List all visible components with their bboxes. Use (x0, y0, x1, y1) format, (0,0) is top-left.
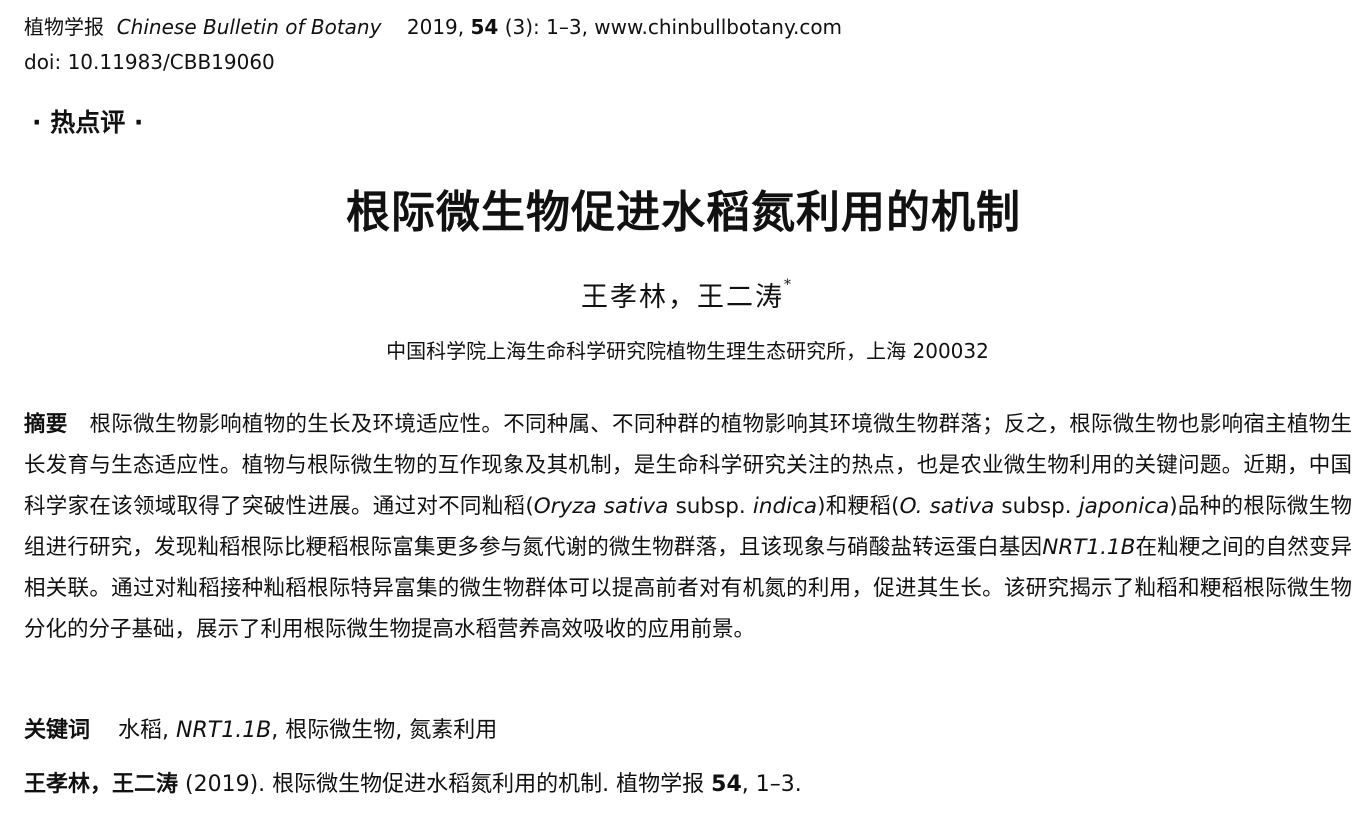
affiliation: 中国科学院上海生命科学研究院植物生理生态研究所，上海 200032 (386, 339, 989, 363)
citation-text: (2019). 根际微生物促进水稻氮利用的机制. 植物学报 (178, 772, 712, 797)
journal-name-en: Chinese Bulletin of Botany (116, 15, 382, 39)
citation-volume: 54 (711, 772, 742, 797)
keyword-rest: , 根际微生物, 氮素利用 (271, 718, 498, 743)
abstract-text-2: )和粳稻( (817, 494, 900, 519)
subsp-abbrev-1: subsp. (668, 494, 753, 519)
citation: 王孝林，王二涛 (2019). 根际微生物促进水稻氮利用的机制. 植物学报 54… (24, 768, 802, 802)
keywords-label: 关键词 (24, 718, 91, 743)
abstract-label: 摘要 (24, 412, 68, 437)
keyword-2: NRT1.1B (176, 718, 272, 743)
author-names: 王孝林，王二涛 (581, 282, 784, 313)
author-list: 王孝林，王二涛* (0, 278, 1367, 318)
journal-name-cn: 植物学报 (24, 15, 104, 39)
citation-pages: , 1–3. (741, 772, 802, 797)
journal-year: 2019, (406, 15, 465, 39)
gene-name: NRT1.1B (1042, 535, 1136, 560)
journal-issue-pages-url: (3): 1–3, www.chinbullbotany.com (504, 15, 843, 39)
doi: doi: 10.11983/CBB19060 (24, 50, 275, 74)
subspecies-name-2: japonica (1078, 494, 1170, 519)
keywords: 关键词 水稻, NRT1.1B, 根际微生物, 氮素利用 (24, 714, 497, 748)
section-tag: · 热点评 · (32, 108, 144, 137)
article-title: 根际微生物促进水稻氮利用的机制 (346, 187, 1021, 238)
keyword-1: 水稻, (118, 718, 170, 743)
abstract: 摘要 根际微生物影响植物的生长及环境适应性。不同种属、不同种群的植物影响其环境微生… (24, 404, 1352, 650)
citation-authors: 王孝林，王二涛 (24, 772, 179, 797)
species-name-2: O. sativa (899, 494, 995, 519)
species-name-1: Oryza sativa (533, 494, 669, 519)
subspecies-name-1: indica (752, 494, 818, 519)
subsp-abbrev-2: subsp. (994, 494, 1079, 519)
corresponding-author-mark: * (784, 277, 791, 293)
journal-header: 植物学报 Chinese Bulletin of Botany 2019, 54… (24, 13, 842, 41)
journal-volume: 54 (470, 15, 499, 39)
